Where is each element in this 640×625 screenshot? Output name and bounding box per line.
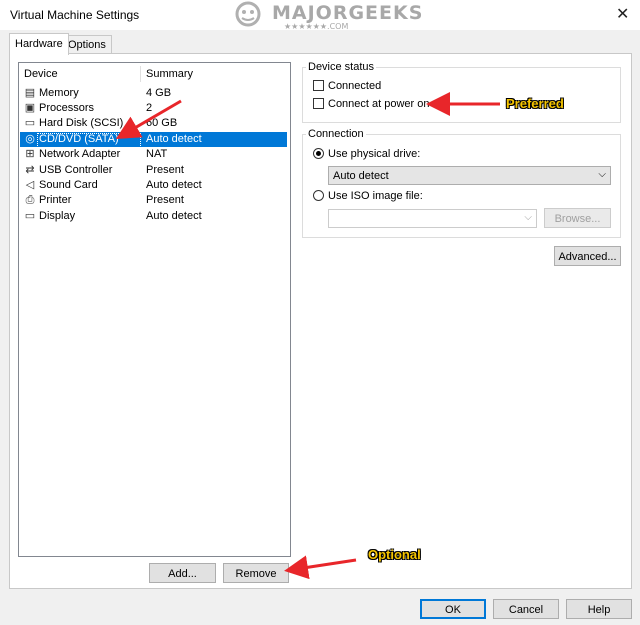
device-name: Hard Disk (SCSI) — [39, 117, 124, 129]
optional-annotation: Optional — [368, 547, 421, 562]
device-row-sound-card[interactable]: ◁ Sound Card Auto detect — [20, 178, 287, 193]
close-icon[interactable]: ✕ — [616, 4, 629, 24]
connect-at-power-on-label[interactable]: Connect at power on — [328, 98, 430, 110]
connect-at-power-on-checkbox[interactable] — [313, 98, 324, 109]
device-name: Network Adapter — [39, 148, 121, 160]
device-row-printer[interactable]: ⎙ Printer Present — [20, 193, 287, 208]
sound-card-icon: ◁ — [25, 179, 35, 191]
hard-disk-icon: ▭ — [24, 117, 36, 129]
connected-checkbox[interactable] — [313, 80, 324, 91]
device-summary: Present — [146, 194, 184, 206]
use-iso-image-label[interactable]: Use ISO image file: — [328, 190, 423, 202]
iso-image-path-combo[interactable]: ⌵ — [328, 209, 537, 228]
device-name: Memory — [39, 87, 79, 99]
device-row-network-adapter[interactable]: ⊞ Network Adapter NAT — [20, 147, 287, 162]
device-name: Printer — [39, 194, 72, 206]
network-adapter-icon: ⊞ — [25, 148, 35, 160]
remove-button[interactable]: Remove — [223, 563, 289, 583]
watermark-text: MAJORGEEKS — [272, 2, 424, 24]
majorgeeks-logo — [235, 1, 261, 27]
device-row-usb-controller[interactable]: ⇄ USB Controller Present — [20, 163, 287, 178]
device-name: Sound Card — [39, 179, 98, 191]
device-name: Display — [39, 210, 76, 222]
processor-icon: ▣ — [24, 102, 36, 114]
physical-drive-value: Auto detect — [333, 170, 389, 182]
tab-options[interactable]: Options — [62, 35, 112, 54]
printer-icon: ⎙ — [25, 194, 35, 206]
device-summary: Auto detect — [146, 133, 202, 145]
selection-focus-rectangle — [37, 133, 141, 148]
use-iso-image-radio[interactable] — [313, 190, 324, 201]
watermark-subtext: ★★★★★★.COM — [284, 22, 349, 31]
title-bar: Virtual Machine Settings MAJORGEEKS ★★★★… — [0, 0, 640, 31]
connected-label[interactable]: Connected — [328, 80, 381, 92]
device-row-processors[interactable]: ▣ Processors 2 — [20, 101, 287, 116]
device-status-group — [302, 67, 621, 123]
device-summary: Present — [146, 164, 184, 176]
column-header-summary[interactable]: Summary — [146, 68, 193, 80]
cd-dvd-icon: ◎ — [25, 133, 35, 145]
connection-legend: Connection — [306, 128, 366, 140]
ok-button[interactable]: OK — [420, 599, 486, 619]
memory-icon: ▤ — [24, 87, 36, 99]
device-summary: NAT — [146, 148, 168, 160]
device-name: USB Controller — [39, 164, 113, 176]
device-summary: 60 GB — [146, 117, 178, 129]
add-button[interactable]: Add... — [149, 563, 216, 583]
display-icon: ▭ — [24, 210, 36, 222]
advanced-button[interactable]: Advanced... — [554, 246, 621, 266]
usb-controller-icon: ⇄ — [25, 164, 35, 176]
use-physical-drive-radio[interactable] — [313, 148, 324, 159]
cancel-button[interactable]: Cancel — [493, 599, 559, 619]
column-header-device[interactable]: Device — [24, 68, 58, 80]
preferred-annotation: Preferred — [506, 96, 564, 111]
column-separator[interactable] — [140, 66, 141, 82]
device-summary: 2 — [146, 102, 153, 114]
physical-drive-select[interactable]: Auto detect ⌵ — [328, 166, 611, 185]
chevron-down-icon: ⌵ — [524, 212, 532, 223]
device-row-hard-disk[interactable]: ▭ Hard Disk (SCSI) 60 GB — [20, 116, 287, 131]
window-title: Virtual Machine Settings — [10, 8, 140, 22]
use-physical-drive-label[interactable]: Use physical drive: — [328, 148, 420, 160]
device-summary: Auto detect — [146, 179, 202, 191]
device-summary: Auto detect — [146, 210, 202, 222]
device-row-display[interactable]: ▭ Display Auto detect — [20, 209, 287, 224]
tab-hardware[interactable]: Hardware — [9, 33, 69, 55]
help-button[interactable]: Help — [566, 599, 632, 619]
chevron-down-icon: ⌵ — [598, 169, 606, 180]
device-status-legend: Device status — [306, 61, 377, 73]
browse-button[interactable]: Browse... — [544, 208, 611, 228]
device-summary: 4 GB — [146, 87, 172, 99]
device-row-memory[interactable]: ▤ Memory 4 GB — [20, 86, 287, 101]
device-name: Processors — [39, 102, 95, 114]
